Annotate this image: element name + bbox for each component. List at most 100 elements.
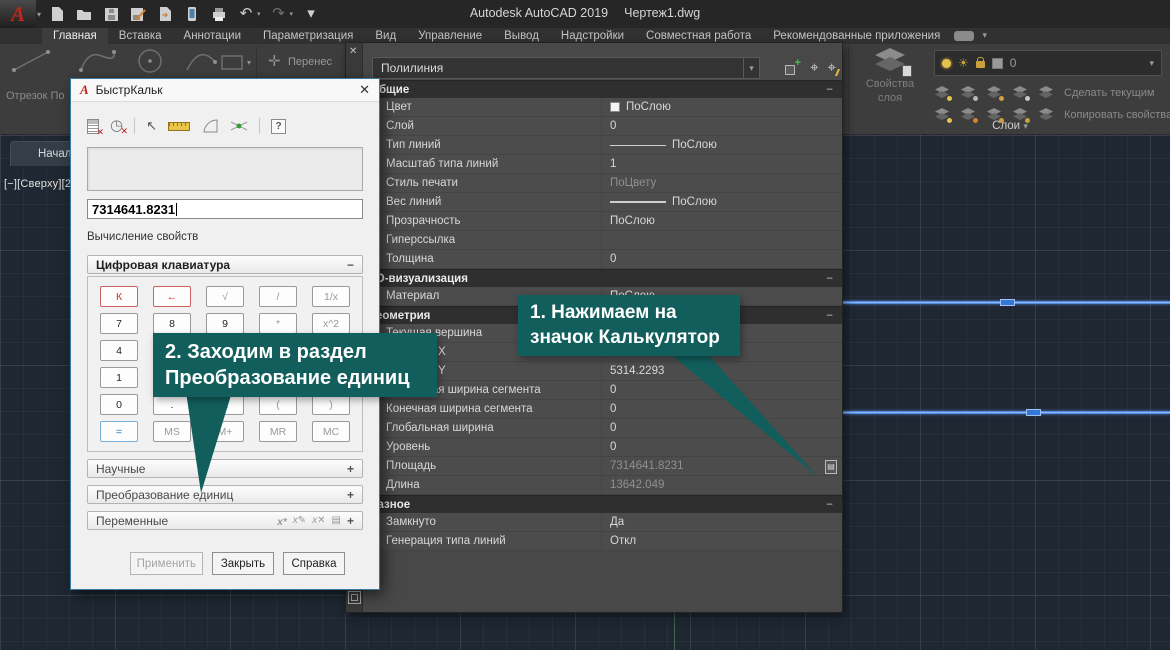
quickcalc-titlebar[interactable]: A БыстрКальк ✕ xyxy=(71,79,379,102)
property-row[interactable]: Тип линийПоСлою xyxy=(364,136,842,155)
palette-close-icon[interactable]: ✕ xyxy=(349,46,357,57)
section-scientific[interactable]: Научные + xyxy=(87,459,363,478)
section-variables[interactable]: Переменные x* x✎ x✕ ▤ + xyxy=(87,511,363,530)
object-type-caret-icon[interactable]: ▾ xyxy=(743,58,759,78)
distance-between-points-icon[interactable] xyxy=(168,122,190,131)
polyline-grip[interactable] xyxy=(1026,409,1041,416)
pickadd-toggle-icon[interactable] xyxy=(784,60,801,76)
save-as-icon[interactable] xyxy=(129,5,147,23)
calc-key[interactable]: ) xyxy=(312,394,350,415)
property-row[interactable]: Гиперссылка xyxy=(364,231,842,250)
property-row[interactable]: Масштаб типа линий1 xyxy=(364,155,842,174)
section-numpad[interactable]: Цифровая клавиатура − xyxy=(87,255,363,274)
viewport-controls[interactable]: [−][Сверху][2 xyxy=(4,178,71,190)
memory-store-key[interactable]: MS xyxy=(153,421,191,442)
property-value[interactable]: 0 xyxy=(602,381,842,399)
calc-key[interactable]: К xyxy=(100,286,138,307)
calc-key[interactable]: 0 xyxy=(100,394,138,415)
object-type-select[interactable]: Полилиния ▾ xyxy=(372,57,760,79)
get-coordinates-icon[interactable]: ↖ xyxy=(146,118,157,134)
property-row[interactable]: Толщина0 xyxy=(364,250,842,269)
intersection-of-lines-icon[interactable] xyxy=(230,119,248,133)
section-misc[interactable]: Разное− xyxy=(364,495,842,513)
calc-key[interactable]: * xyxy=(259,313,297,334)
property-value[interactable] xyxy=(602,231,842,249)
quick-select-icon[interactable]: ⌖ xyxy=(828,61,836,75)
mobile-device-icon[interactable] xyxy=(183,5,201,23)
application-menu-caret-icon[interactable]: ▾ xyxy=(37,10,41,19)
calc-key[interactable]: / xyxy=(259,286,297,307)
print-icon[interactable] xyxy=(210,5,228,23)
polyline-tool-icon[interactable] xyxy=(78,48,116,79)
redo-caret-icon[interactable]: ▾ xyxy=(290,10,294,18)
section-general[interactable]: Общие− xyxy=(364,80,842,98)
property-value[interactable]: 1 xyxy=(602,155,842,173)
calc-key[interactable]: 8 xyxy=(153,313,191,334)
layer-isolate-icon[interactable] xyxy=(960,86,976,99)
property-value[interactable]: Да xyxy=(602,513,842,531)
apply-button[interactable]: Применить xyxy=(130,552,203,575)
quick-properties-icon[interactable] xyxy=(348,591,361,604)
calc-key[interactable]: π xyxy=(206,394,244,415)
layer-freeze-icon[interactable] xyxy=(986,86,1002,99)
clear-history-icon[interactable]: ◷✕ xyxy=(110,119,123,133)
new-file-icon[interactable] xyxy=(48,5,66,23)
property-value[interactable]: ПоСлою xyxy=(602,98,842,116)
collapse-icon[interactable]: − xyxy=(826,273,833,285)
selected-polyline[interactable] xyxy=(843,411,1170,414)
property-row[interactable]: Генерация типа линийОткл xyxy=(364,532,842,551)
property-row[interactable]: Длина13642.049 xyxy=(364,476,842,495)
property-value[interactable]: ПоСлою xyxy=(602,212,842,230)
move-tool-label[interactable]: Перенес xyxy=(288,56,332,68)
history-area[interactable] xyxy=(87,147,363,191)
memory-clear-key[interactable]: MC xyxy=(312,421,350,442)
draw-tool-labels[interactable]: Отрезок По xyxy=(6,90,68,102)
property-row[interactable]: Стиль печатиПоЦвету xyxy=(364,174,842,193)
property-value[interactable]: ПоСлою xyxy=(602,193,842,211)
layer-combo-caret-icon[interactable]: ▾ xyxy=(1149,58,1154,69)
section-3d[interactable]: 3D-визуализация− xyxy=(364,269,842,287)
line-tool-icon[interactable] xyxy=(8,46,54,81)
arc-tool-icon[interactable] xyxy=(184,50,218,79)
layer-color-swatch[interactable] xyxy=(992,58,1003,69)
calc-key[interactable]: 4 xyxy=(100,340,138,361)
expand-icon[interactable]: + xyxy=(347,514,354,528)
expression-input[interactable]: 7314641.8231 xyxy=(87,199,363,219)
property-row[interactable]: ЗамкнутоДа xyxy=(364,513,842,532)
application-menu-button[interactable]: A xyxy=(0,0,36,28)
layer-thaw-icon[interactable]: ☀ xyxy=(958,58,969,68)
expand-icon[interactable]: + xyxy=(347,462,354,476)
property-row[interactable]: ЦветПоСлою xyxy=(364,98,842,117)
layer-off-icon[interactable] xyxy=(934,86,950,99)
property-row[interactable]: Уровень0 xyxy=(364,438,842,457)
collapse-icon[interactable]: − xyxy=(826,499,833,511)
calc-key[interactable]: 9 xyxy=(206,313,244,334)
property-row[interactable]: Вес линийПоСлою xyxy=(364,193,842,212)
calc-key[interactable]: 1/x xyxy=(312,286,350,307)
layer-lock-icon[interactable] xyxy=(1012,86,1028,99)
property-row-area[interactable]: Площадь7314641.8231▤ xyxy=(364,457,842,476)
property-row[interactable]: Слой0 xyxy=(364,117,842,136)
select-objects-icon[interactable]: ⌖ xyxy=(810,61,818,75)
qat-customize-icon[interactable]: ▾ xyxy=(302,5,320,23)
export-icon[interactable] xyxy=(156,5,174,23)
redo-icon[interactable]: ↷ xyxy=(270,5,288,23)
memory-add-key[interactable]: M+ xyxy=(206,421,244,442)
layers-panel-label[interactable]: Слои ▾ xyxy=(850,120,1170,132)
quickcalc-close-icon[interactable]: ✕ xyxy=(359,82,370,98)
polyline-grip[interactable] xyxy=(1000,299,1015,306)
calc-key[interactable]: . xyxy=(153,394,191,415)
property-row[interactable]: Глобальная ширина0 xyxy=(364,419,842,438)
layer-on-icon[interactable] xyxy=(942,59,951,68)
layer-properties-button[interactable]: Свойства слоя xyxy=(852,48,928,130)
undo-icon[interactable]: ↶ xyxy=(237,5,255,23)
save-icon[interactable] xyxy=(102,5,120,23)
help-button[interactable]: Справка xyxy=(283,552,345,575)
property-value[interactable]: ПоСлою xyxy=(602,136,842,154)
expand-icon[interactable]: + xyxy=(347,488,354,502)
property-row[interactable]: ПрозрачностьПоСлою xyxy=(364,212,842,231)
move-tool-icon[interactable]: ✛ xyxy=(268,52,281,70)
calc-key[interactable]: 7 xyxy=(100,313,138,334)
clear-icon[interactable]: ✕ xyxy=(87,119,99,134)
rectangle-tool-icon[interactable] xyxy=(220,54,254,77)
